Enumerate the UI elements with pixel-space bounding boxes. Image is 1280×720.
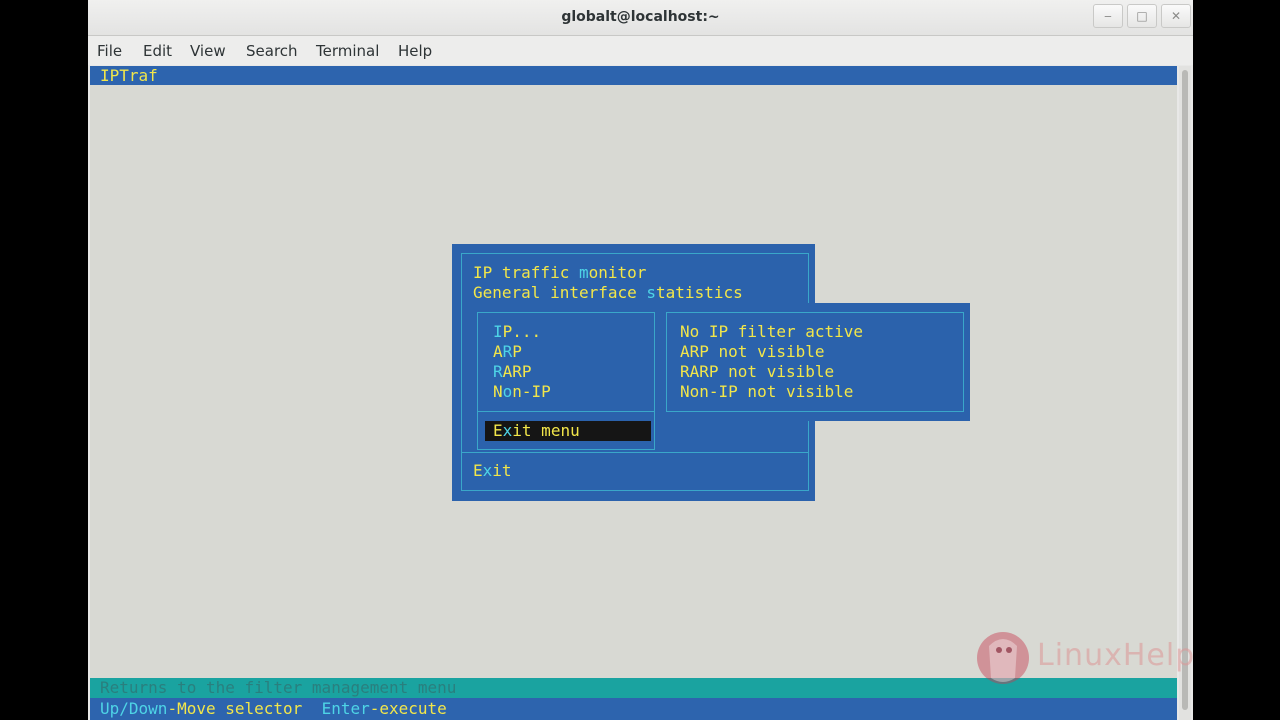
- menu-edit[interactable]: Edit: [143, 42, 172, 60]
- terminal-area[interactable]: IPTraf IP traffic monitor General interf…: [90, 66, 1177, 720]
- iptraf-title-bar: IPTraf: [90, 66, 1177, 85]
- close-button[interactable]: ✕: [1161, 4, 1191, 28]
- vertical-scrollbar[interactable]: [1179, 66, 1191, 720]
- filter-menu-divider: [477, 411, 655, 412]
- menu-terminal[interactable]: Terminal: [316, 42, 379, 60]
- status-ip-filter: No IP filter active: [680, 322, 864, 341]
- main-menu-divider: [461, 452, 809, 453]
- status-arp: ARP not visible: [680, 342, 825, 361]
- scrollbar-thumb[interactable]: [1182, 70, 1188, 710]
- filter-item-ip[interactable]: IP...: [493, 322, 541, 342]
- filter-item-arp[interactable]: ARP: [493, 342, 522, 362]
- status-rarp: RARP not visible: [680, 362, 835, 381]
- key-hints: Up/Down-Move selector Enter-execute: [100, 699, 447, 718]
- filter-item-non-ip[interactable]: Non-IP: [493, 382, 551, 402]
- filter-item-exit-menu[interactable]: Exit menu: [493, 421, 580, 441]
- filter-item-rarp[interactable]: RARP: [493, 362, 532, 382]
- menu-general-interface-statistics[interactable]: General interface statistics: [473, 283, 743, 303]
- terminal-window: globalt@localhost:~ ‒ □ ✕ File Edit View…: [88, 0, 1193, 720]
- menu-ip-traffic-monitor[interactable]: IP traffic monitor: [473, 263, 646, 283]
- menu-help[interactable]: Help: [398, 42, 432, 60]
- minimize-button[interactable]: ‒: [1093, 4, 1123, 28]
- menu-file[interactable]: File: [97, 42, 122, 60]
- status-non-ip: Non-IP not visible: [680, 382, 854, 401]
- linuxhelp-logo: LinuxHelp: [975, 626, 1235, 690]
- menu-search[interactable]: Search: [246, 42, 298, 60]
- menu-view[interactable]: View: [190, 42, 226, 60]
- menu-bar: File Edit View Search Terminal Help: [88, 36, 1193, 65]
- title-bar[interactable]: globalt@localhost:~ ‒ □ ✕: [88, 0, 1193, 36]
- help-status-text: Returns to the filter management menu: [100, 678, 457, 697]
- window-title: globalt@localhost:~: [561, 9, 720, 25]
- iptraf-title: IPTraf: [100, 66, 158, 85]
- logo-text: LinuxHelp: [1037, 638, 1196, 673]
- maximize-button[interactable]: □: [1127, 4, 1157, 28]
- key-hints-bar: Up/Down-Move selector Enter-execute: [90, 698, 1177, 720]
- menu-exit[interactable]: Exit: [473, 461, 512, 481]
- penguin-logo-icon: [977, 632, 1029, 684]
